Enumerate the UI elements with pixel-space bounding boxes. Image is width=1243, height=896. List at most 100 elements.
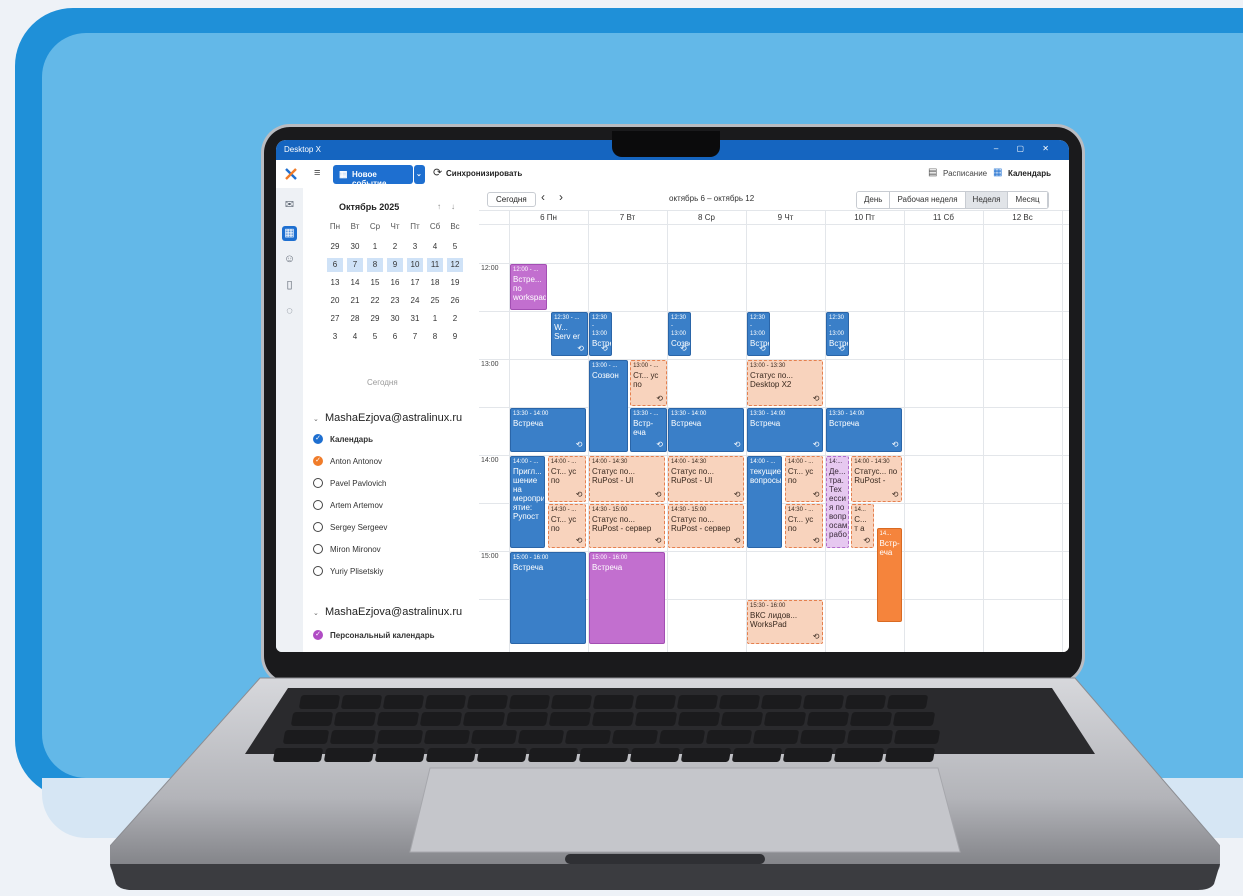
mini-calendar-day[interactable]: 1 [367,240,383,254]
documents-icon[interactable]: ▯ [282,278,297,293]
calendar-event[interactable]: 12:00 - ... Встре... по workspad [510,264,547,310]
calendar-event[interactable]: 13:30 - ... Встр- еча ⟲ [630,408,667,453]
calendar-event[interactable]: 14:... Де... тра. Тех есси я по вопр осам… [826,456,849,549]
mini-calendar-today[interactable]: Сегодня [367,378,398,387]
mini-calendar-day[interactable]: 23 [387,294,403,308]
view-option[interactable]: Рабочая неделя [890,192,966,208]
mini-calendar-day[interactable]: 8 [367,258,383,272]
mini-calendar-day[interactable]: 7 [407,330,423,344]
calendar-event[interactable]: 15:00 - 16:00 Встреча [510,552,587,645]
contacts-icon[interactable]: ☺ [282,252,297,267]
day-header[interactable]: 8 Ср [667,213,746,222]
mini-calendar-day[interactable]: 17 [407,276,423,290]
calendar-event[interactable]: 12:30 - 13:00Встреча⟲ [747,312,770,357]
mini-calendar-day[interactable]: 22 [367,294,383,308]
day-header[interactable]: 9 Чт [746,213,825,222]
mini-calendar-day[interactable]: 16 [387,276,403,290]
mini-calendar-day[interactable]: 9 [447,330,463,344]
calendar-event[interactable]: 14:00 - 14:30 Статус по... RuPost - UI ⟲ [668,456,745,502]
calendar-event[interactable]: 13:00 - ... Ст... ус по ⟲ [630,360,667,406]
calendar-event[interactable]: 14:00 - ... Ст... ус по ⟲ [784,456,824,502]
mini-calendar-day[interactable]: 4 [347,330,363,344]
hamburger-menu-icon[interactable]: ≡ [314,167,320,179]
calendar-event[interactable]: 12:30 - 13:00Встреча⟲ [589,312,612,357]
calendar-event[interactable]: 15:30 - 16:00 ВКС лидов... WorksPad ⟲ [747,600,824,645]
calendar-event[interactable]: 13:30 - 14:00 Встреча ⟲ [510,408,587,453]
mini-calendar-day[interactable]: 2 [387,240,403,254]
mini-calendar-day[interactable]: 19 [447,276,463,290]
view-option[interactable]: Неделя [965,192,1009,208]
day-header[interactable]: 11 Сб [904,213,983,222]
mini-calendar-day[interactable]: 15 [367,276,383,290]
new-event-button[interactable]: ▦ Новое событие [333,165,413,188]
mini-calendar-day[interactable]: 20 [327,294,343,308]
month-down-arrow-icon[interactable]: ↓ [451,202,455,211]
mini-calendar-day[interactable]: 5 [367,330,383,344]
mini-calendar-day[interactable]: 30 [387,312,403,326]
checkbox-checked-icon[interactable]: ✓ [313,434,323,444]
mini-calendar-day[interactable]: 3 [407,240,423,254]
calendar-event[interactable]: 13:30 - 14:00 Встреча ⟲ [747,408,824,453]
mini-calendar-day[interactable]: 8 [427,330,443,344]
chat-icon[interactable]: ◌ [282,304,297,319]
calendar-event[interactable]: 15:00 - 16:00 Встреча [589,552,666,645]
new-event-dropdown[interactable]: ⌄ [414,165,425,184]
mini-calendar-day[interactable]: 13 [327,276,343,290]
mini-calendar-day[interactable]: 4 [427,240,443,254]
day-header[interactable]: 7 Вт [588,213,667,222]
mini-calendar-day[interactable]: 26 [447,294,463,308]
mini-calendar-day[interactable]: 1 [427,312,443,326]
mini-calendar-day[interactable]: 2 [447,312,463,326]
mini-calendar-day[interactable]: 29 [327,240,343,254]
today-button[interactable]: Сегодня [487,192,536,207]
mini-calendar-day[interactable]: 25 [427,294,443,308]
mini-calendar-day[interactable]: 6 [387,330,403,344]
calendar-event[interactable]: 13:30 - 14:00 Встреча ⟲ [826,408,903,453]
checkbox-empty-icon[interactable] [313,544,323,554]
mini-calendar-day[interactable]: 21 [347,294,363,308]
checkbox-empty-icon[interactable] [313,522,323,532]
account-header-1[interactable]: ⌄ MashaEzjova@astralinux.ru [313,412,462,424]
mini-calendar-day[interactable]: 29 [367,312,383,326]
next-week-icon[interactable]: › [559,190,563,204]
sync-button[interactable]: Синхронизировать [446,169,522,178]
calendar-event[interactable]: 13:30 - 14:00 Встреча ⟲ [668,408,745,453]
calendar-event[interactable]: 14:00 - ... Ст... ус по ⟲ [547,456,587,502]
schedule-tab[interactable]: Расписание [943,169,987,178]
view-option[interactable]: Месяц [1008,192,1048,208]
mini-calendar-day[interactable]: 31 [407,312,423,326]
calendar-event[interactable]: 12:30 - 13:00Созвон⟲ [668,312,691,357]
view-option[interactable]: День [857,192,891,208]
checkbox-empty-icon[interactable] [313,566,323,576]
window-controls[interactable]: – ▢ ✕ [994,144,1057,153]
day-header[interactable]: 10 Пт [825,213,904,222]
mini-calendar-day[interactable]: 14 [347,276,363,290]
checkbox-checked-icon[interactable]: ✓ [313,630,323,640]
calendar-event[interactable]: 14:00 - 14:30 Статус по... RuPost - UI ⟲ [589,456,666,502]
mini-calendar-day[interactable]: 30 [347,240,363,254]
calendar-event[interactable]: 14:30 - 15:00 Статус по... RuPost - серве… [668,504,745,549]
day-header[interactable]: 12 Вс [983,213,1062,222]
mini-calendar-day[interactable]: 24 [407,294,423,308]
mail-icon[interactable]: ✉ [282,198,297,213]
calendar-event[interactable]: 12:30 - 13:00Встреча⟲ [826,312,849,357]
mini-calendar-day[interactable]: 7 [347,258,363,272]
calendar-event[interactable]: 14:00 - 14:30 Статус... по RuPost - ⟲ [851,456,903,502]
mini-calendar-day[interactable]: 5 [447,240,463,254]
calendar-nav-icon[interactable]: ▦ [282,226,297,241]
calendar-tab[interactable]: Календарь [1008,169,1051,178]
day-header[interactable]: 6 Пн [509,213,588,222]
calendar-event[interactable]: 14:30 - 15:00 Статус по... RuPost - серве… [589,504,666,549]
calendar-event[interactable]: 13:00 - 13:30 Статус по... Desktop X2 ⟲ [747,360,824,406]
calendar-event[interactable]: 14... С... т а ⟲ [851,504,874,549]
checkbox-checked-icon[interactable]: ✓ [313,456,323,466]
calendar-event[interactable]: 14:30 - ... Ст... ус по ⟲ [784,504,824,549]
mini-calendar-day[interactable]: 3 [327,330,343,344]
calendar-event[interactable]: 14... Встр- еча [876,528,903,622]
mini-calendar-day[interactable]: 10 [407,258,423,272]
mini-calendar-day[interactable]: 6 [327,258,343,272]
mini-calendar-day[interactable]: 27 [327,312,343,326]
month-up-arrow-icon[interactable]: ↑ [437,202,441,211]
mini-calendar-day[interactable]: 12 [447,258,463,272]
sync-icon[interactable]: ⟳ [433,166,442,179]
